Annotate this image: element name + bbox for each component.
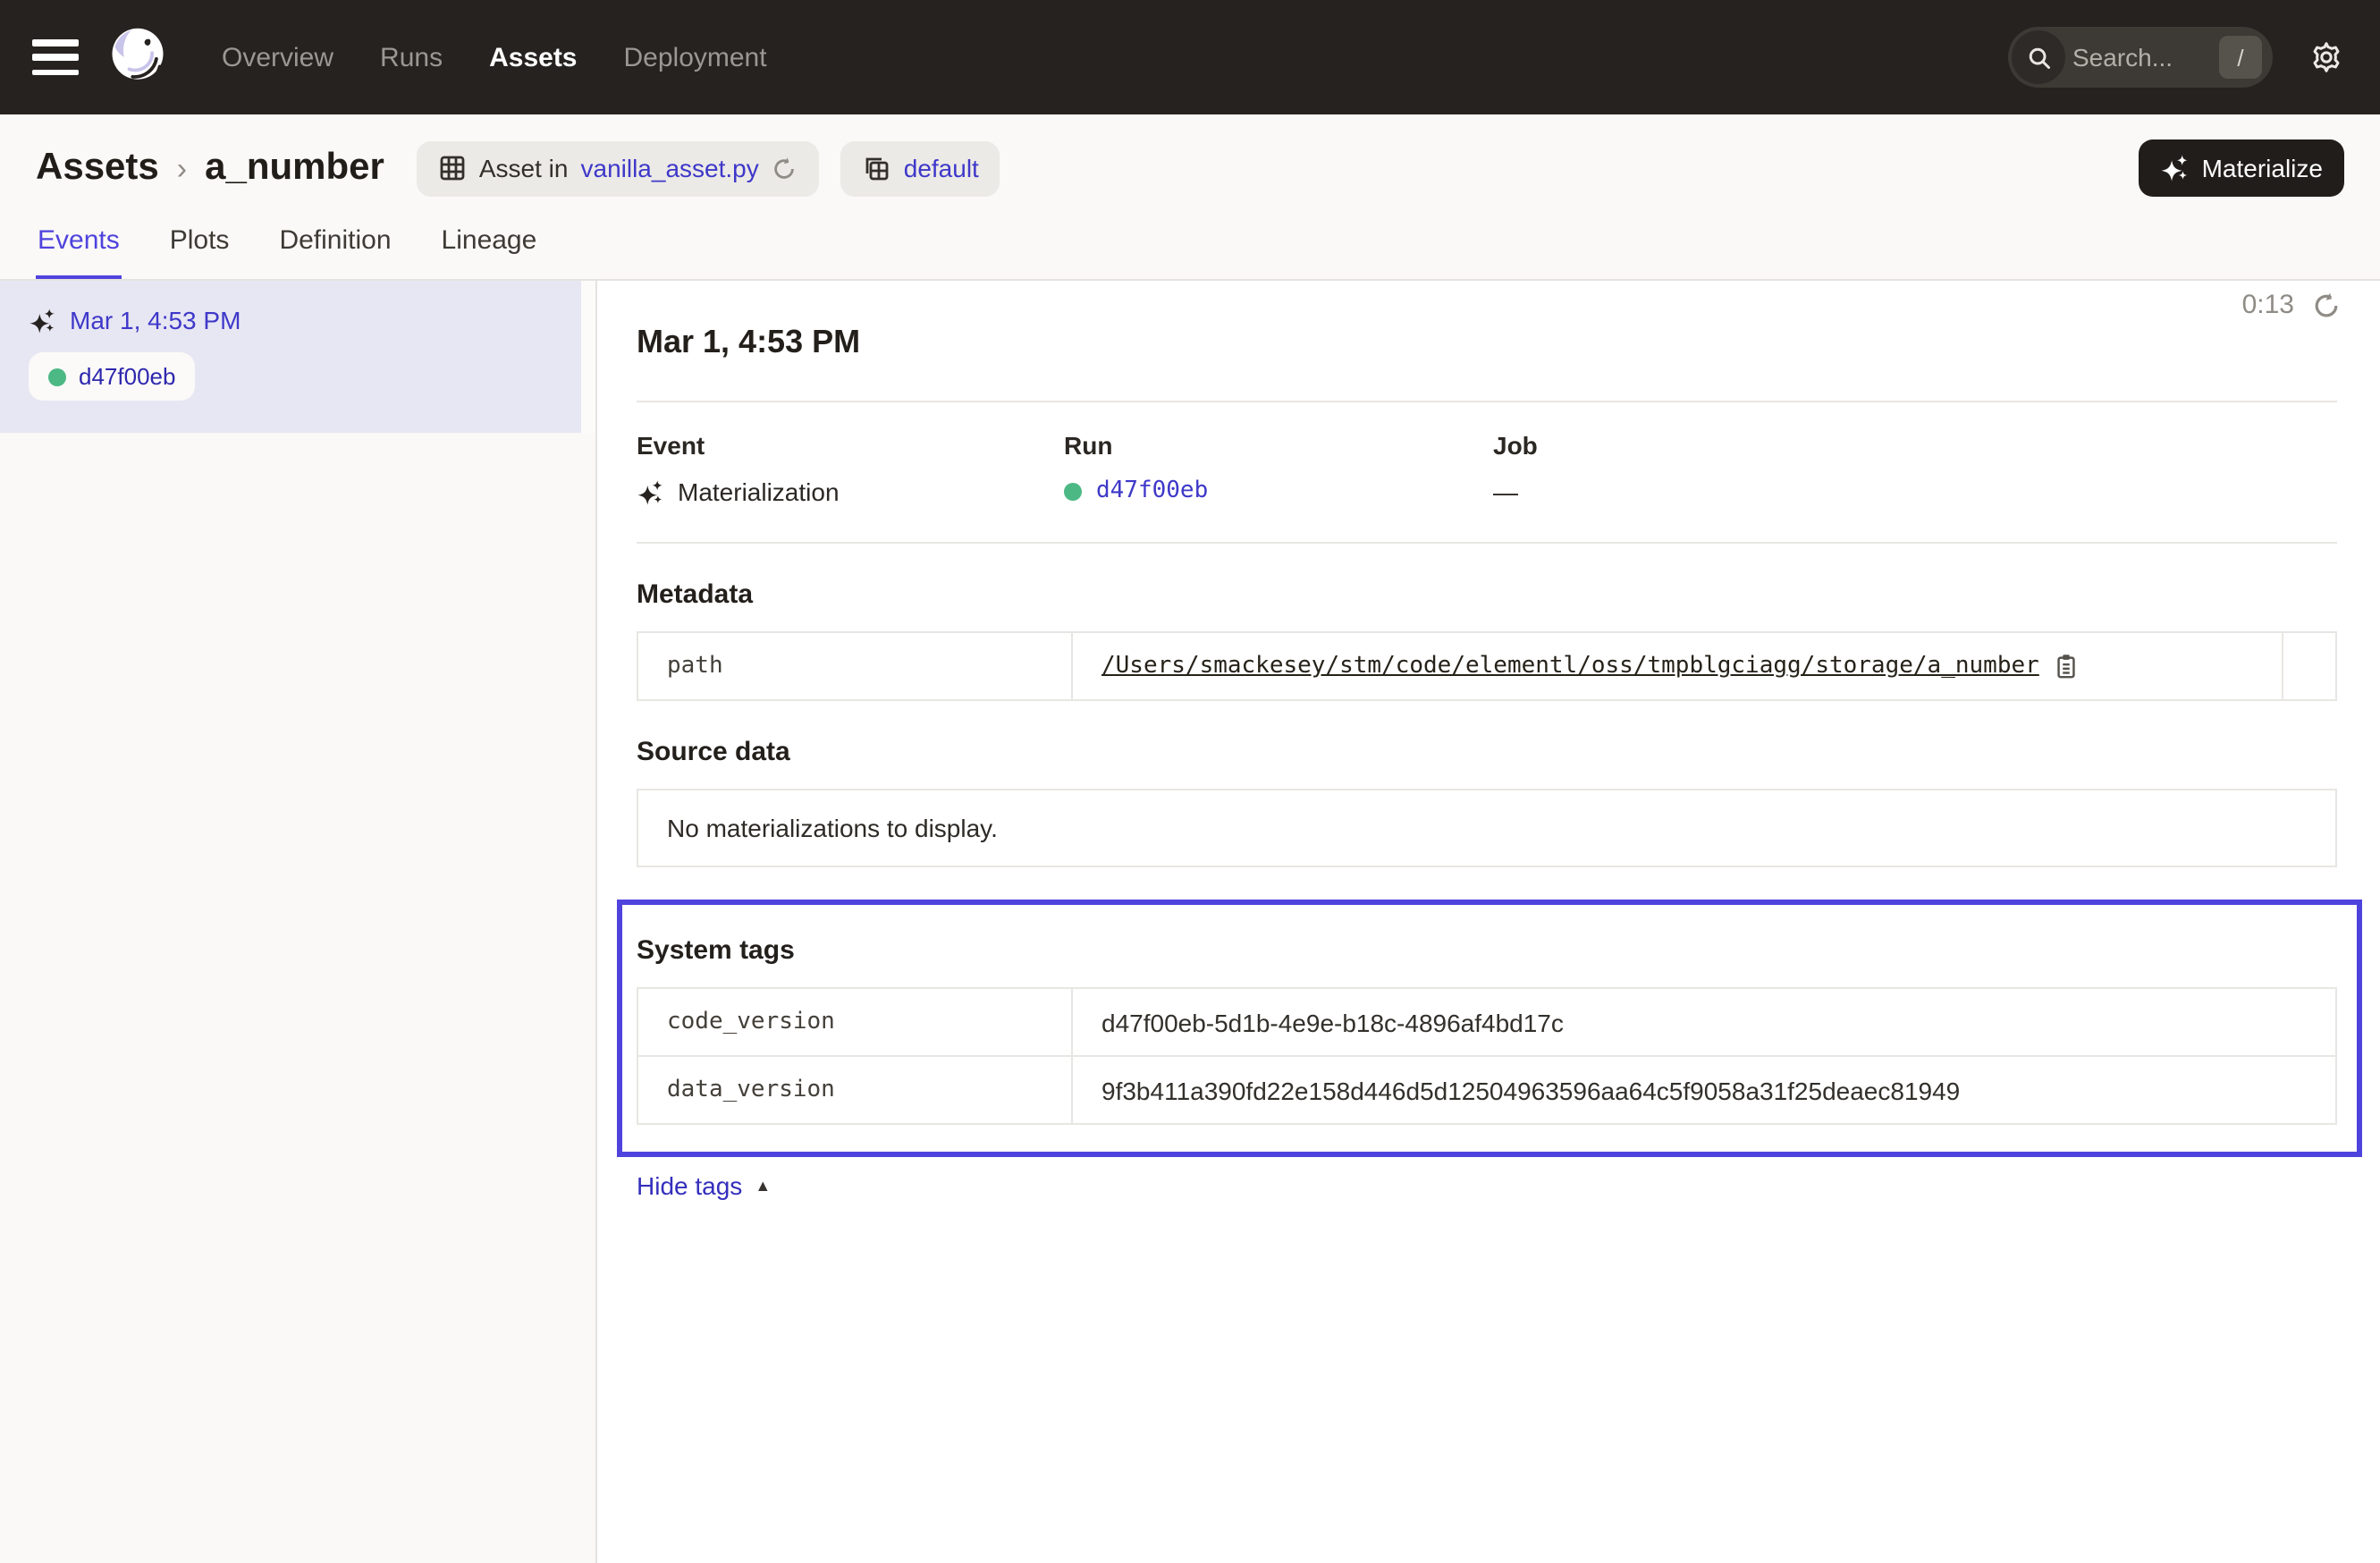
tab-lineage[interactable]: Lineage: [440, 218, 539, 279]
materialization-sparkle-icon: [637, 478, 663, 505]
tag-value: 9f3b411a390fd22e158d446d5d12504963596aa6…: [1101, 1076, 1960, 1104]
event-detail-panel: 0:13 Mar 1, 4:53 PM Event Mat: [597, 281, 2380, 1563]
table-row: code_version d47f00eb-5d1b-4e9e-b18c-489…: [638, 989, 2335, 1055]
tab-plots[interactable]: Plots: [168, 218, 232, 279]
materialization-sparkle-icon: [29, 307, 55, 334]
event-list-sidebar: Mar 1, 4:53 PM d47f00eb: [0, 281, 597, 1563]
metadata-path-link[interactable]: /Users/smackesey/stm/code/elementl/oss/t…: [1101, 653, 2039, 680]
job-value: —: [1493, 477, 1518, 506]
tag-key: code_version: [638, 989, 1073, 1055]
reload-icon[interactable]: [772, 155, 798, 182]
source-data-empty-message: No materializations to display.: [637, 789, 2337, 867]
asset-chip-prefix: Asset in: [479, 154, 569, 182]
nav-item-deployment[interactable]: Deployment: [624, 42, 767, 72]
metadata-key: path: [638, 633, 1073, 699]
nav-item-overview[interactable]: Overview: [222, 42, 333, 72]
asset-definition-chip: Asset in vanilla_asset.py: [417, 140, 820, 196]
run-id-label: d47f00eb: [79, 363, 175, 390]
repo-grid-icon: [863, 154, 891, 182]
run-status-dot: [1064, 482, 1082, 500]
tag-value: d47f00eb-5d1b-4e9e-b18c-4896af4bd17c: [1101, 1008, 1564, 1036]
global-search[interactable]: /: [2008, 27, 2273, 88]
asset-table-icon: [438, 154, 467, 182]
repo-chip: default: [841, 140, 1000, 196]
search-shortcut-badge: /: [2219, 36, 2262, 79]
asset-page-header: Assets › a_number Asset in vanilla_asset…: [0, 114, 2380, 281]
source-data-heading: Source data: [637, 737, 2337, 767]
nav-item-assets[interactable]: Assets: [489, 42, 577, 72]
refresh-icon[interactable]: [2312, 291, 2341, 319]
table-row: path /Users/smackesey/stm/code/elementl/…: [638, 633, 2335, 699]
hamburger-menu-icon[interactable]: [32, 39, 79, 75]
page-title: a_number: [205, 147, 384, 190]
job-column-label: Job: [1493, 431, 2337, 460]
gear-icon[interactable]: [2308, 39, 2344, 75]
event-column-label: Event: [637, 431, 1064, 460]
table-row: data_version 9f3b411a390fd22e158d446d5d1…: [638, 1055, 2335, 1123]
breadcrumb: Assets › a_number: [36, 147, 384, 190]
search-input[interactable]: [2069, 41, 2219, 73]
top-nav-bar: Overview Runs Assets Deployment /: [0, 0, 2380, 114]
tab-definition[interactable]: Definition: [277, 218, 392, 279]
hide-tags-link[interactable]: Hide tags ▲: [637, 1171, 771, 1200]
system-tags-table: code_version d47f00eb-5d1b-4e9e-b18c-489…: [637, 987, 2337, 1125]
primary-nav: Overview Runs Assets Deployment: [222, 42, 767, 72]
event-timestamp: Mar 1, 4:53 PM: [70, 306, 241, 334]
tab-events[interactable]: Events: [36, 218, 122, 279]
breadcrumb-assets[interactable]: Assets: [36, 147, 159, 190]
event-list-item[interactable]: Mar 1, 4:53 PM d47f00eb: [0, 281, 595, 433]
dagster-app: Overview Runs Assets Deployment / Assets…: [0, 0, 2380, 1563]
run-column-label: Run: [1064, 431, 1493, 460]
refresh-timer: 0:13: [2242, 290, 2341, 320]
event-title: Mar 1, 4:53 PM: [637, 324, 2337, 361]
sparkle-icon: [2161, 154, 2190, 182]
run-id-pill[interactable]: d47f00eb: [29, 352, 195, 401]
system-tags-highlight-box: System tags code_version d47f00eb-5d1b-4…: [617, 900, 2362, 1157]
asset-file-link[interactable]: vanilla_asset.py: [581, 154, 759, 182]
run-status-dot: [48, 368, 66, 385]
chevron-right-icon: ›: [177, 152, 187, 188]
materialize-button[interactable]: Materialize: [2139, 139, 2344, 197]
repo-link[interactable]: default: [904, 154, 979, 182]
asset-tabs: Events Plots Definition Lineage: [36, 218, 538, 279]
search-icon: [2012, 30, 2065, 84]
event-type-value: Materialization: [678, 477, 840, 506]
caret-up-icon: ▲: [755, 1177, 771, 1195]
metadata-row-action-cell: [2282, 633, 2335, 699]
system-tags-heading: System tags: [637, 935, 2337, 966]
nav-item-runs[interactable]: Runs: [380, 42, 443, 72]
timer-countdown: 0:13: [2242, 290, 2294, 320]
dagster-logo[interactable]: [104, 23, 172, 91]
materialize-label: Materialize: [2202, 154, 2323, 182]
copy-icon[interactable]: [2054, 653, 2080, 680]
run-id-link[interactable]: d47f00eb: [1096, 477, 1208, 504]
hide-tags-label: Hide tags: [637, 1171, 742, 1200]
metadata-heading: Metadata: [637, 579, 2337, 610]
tag-key: data_version: [638, 1057, 1073, 1123]
metadata-table: path /Users/smackesey/stm/code/elementl/…: [637, 631, 2337, 701]
